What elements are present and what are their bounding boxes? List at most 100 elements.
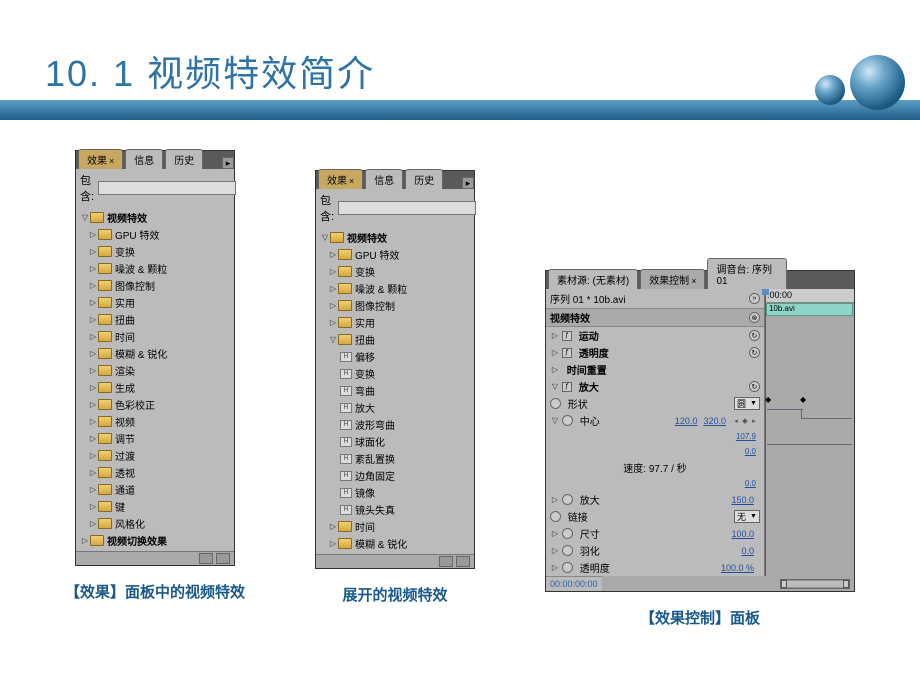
- expand-icon[interactable]: [550, 546, 560, 555]
- stopwatch-icon[interactable]: [562, 415, 573, 426]
- expand-icon[interactable]: [88, 519, 98, 528]
- expand-icon[interactable]: [88, 230, 98, 239]
- tree-folder[interactable]: 透视: [76, 464, 234, 481]
- tree-effect[interactable]: H球面化: [316, 433, 474, 450]
- tree-folder[interactable]: 风格化: [76, 515, 234, 532]
- close-icon[interactable]: ×: [109, 156, 114, 166]
- tree-effect[interactable]: H偏移: [316, 348, 474, 365]
- prev-keyframe-button[interactable]: ◂: [732, 417, 740, 425]
- search-input[interactable]: [338, 201, 476, 215]
- expand-icon[interactable]: [550, 331, 560, 340]
- stopwatch-icon[interactable]: [562, 545, 573, 556]
- tree-folder[interactable]: 键: [76, 498, 234, 515]
- close-icon[interactable]: ×: [349, 176, 354, 186]
- expand-icon[interactable]: [328, 284, 338, 293]
- shape-dropdown[interactable]: 圆▼: [734, 397, 760, 410]
- tree-folder[interactable]: 图像控制: [76, 277, 234, 294]
- tree-effect[interactable]: H变换: [316, 365, 474, 382]
- tree-folder[interactable]: 模糊 & 锐化: [316, 535, 474, 552]
- tree-root[interactable]: 视频特效: [76, 209, 234, 226]
- tree-folder[interactable]: 调节: [76, 430, 234, 447]
- tree-folder[interactable]: 时间: [76, 328, 234, 345]
- tree-effect[interactable]: H镜像: [316, 484, 474, 501]
- expand-icon[interactable]: [550, 348, 560, 357]
- tree-folder[interactable]: 变换: [76, 243, 234, 260]
- magnify-section[interactable]: ƒ 放大 ↻: [546, 378, 764, 395]
- tab-effects[interactable]: 效果×: [318, 169, 363, 189]
- tree-folder[interactable]: 色彩校正: [76, 396, 234, 413]
- size-value[interactable]: 100.0: [731, 529, 760, 539]
- time-remap-section[interactable]: 时间重置: [546, 361, 764, 378]
- tree-folder[interactable]: 变换: [316, 263, 474, 280]
- expand-icon[interactable]: [80, 213, 90, 222]
- close-icon[interactable]: ×: [691, 276, 696, 286]
- next-keyframe-button[interactable]: ▸: [750, 417, 758, 425]
- tree-folder[interactable]: 生成: [76, 379, 234, 396]
- center-y-value[interactable]: 320.0: [703, 416, 732, 426]
- tree-folder[interactable]: 渲染: [76, 362, 234, 379]
- stopwatch-icon[interactable]: [562, 528, 573, 539]
- expand-icon[interactable]: [88, 502, 98, 511]
- expand-icon[interactable]: [328, 301, 338, 310]
- tree-folder[interactable]: 噪波 & 颗粒: [76, 260, 234, 277]
- feather-value[interactable]: 0.0: [741, 546, 760, 556]
- new-bin-button[interactable]: [439, 556, 453, 567]
- tab-effect-controls[interactable]: 效果控制×: [640, 269, 705, 289]
- tab-history[interactable]: 历史: [165, 149, 203, 169]
- tree-effect[interactable]: H镜头失真: [316, 501, 474, 518]
- toggle-icon[interactable]: ⊗: [749, 312, 760, 323]
- tree-folder[interactable]: 模糊 & 锐化: [76, 345, 234, 362]
- center-x-value[interactable]: 120.0: [675, 416, 704, 426]
- tree-folder[interactable]: 过渡: [76, 447, 234, 464]
- expand-icon[interactable]: [550, 495, 560, 504]
- expand-icon[interactable]: [88, 315, 98, 324]
- expand-icon[interactable]: [88, 281, 98, 290]
- tab-history[interactable]: 历史: [405, 169, 443, 189]
- tree-root[interactable]: 视频特效: [316, 229, 474, 246]
- expand-icon[interactable]: [88, 247, 98, 256]
- expand-icon[interactable]: [550, 382, 560, 391]
- stopwatch-icon[interactable]: [550, 398, 561, 409]
- expand-icon[interactable]: [88, 332, 98, 341]
- stopwatch-icon[interactable]: [550, 511, 561, 522]
- expand-icon[interactable]: [88, 434, 98, 443]
- speed-graph[interactable]: [765, 436, 854, 451]
- tree-folder-distort[interactable]: 扭曲: [316, 331, 474, 348]
- expand-icon[interactable]: [88, 264, 98, 273]
- expand-icon[interactable]: [88, 349, 98, 358]
- tree-folder[interactable]: 图像控制: [316, 297, 474, 314]
- link-dropdown[interactable]: 无▼: [734, 510, 760, 523]
- expand-icon[interactable]: [328, 539, 338, 548]
- tab-source[interactable]: 素材源: (无素材): [548, 269, 638, 289]
- expand-icon[interactable]: [328, 522, 338, 531]
- expand-icon[interactable]: [88, 451, 98, 460]
- tree-folder[interactable]: 实用: [316, 314, 474, 331]
- expand-icon[interactable]: [88, 417, 98, 426]
- reset-button[interactable]: ↻: [749, 330, 760, 341]
- tree-effect[interactable]: H放大: [316, 399, 474, 416]
- tree-folder[interactable]: GPU 特效: [316, 246, 474, 263]
- zoom-scrollbar[interactable]: [780, 579, 850, 589]
- fx-toggle[interactable]: ƒ: [562, 382, 572, 392]
- tree-effect[interactable]: H边角固定: [316, 467, 474, 484]
- delete-button[interactable]: [456, 556, 470, 567]
- magnify-value[interactable]: 150.0: [731, 495, 760, 505]
- value-graph[interactable]: [765, 406, 854, 421]
- opacity-section[interactable]: ƒ 透明度 ↻: [546, 344, 764, 361]
- expand-icon[interactable]: [80, 536, 90, 545]
- tree-folder[interactable]: GPU 特效: [76, 226, 234, 243]
- fx-toggle[interactable]: ƒ: [562, 348, 572, 358]
- expand-icon[interactable]: [88, 400, 98, 409]
- tree-folder[interactable]: 时间: [316, 518, 474, 535]
- panel-menu-icon[interactable]: ▸: [222, 157, 234, 169]
- keyframe-track[interactable]: ◆◆: [765, 391, 854, 406]
- expand-icon[interactable]: [320, 233, 330, 242]
- expand-icon[interactable]: [88, 468, 98, 477]
- search-input[interactable]: [98, 181, 236, 195]
- reset-button[interactable]: ↻: [749, 381, 760, 392]
- tab-audio-mixer[interactable]: 调音台: 序列 01: [707, 258, 787, 289]
- tab-effects[interactable]: 效果×: [78, 149, 123, 169]
- show-hide-timeline-button[interactable]: »: [749, 293, 760, 304]
- current-timecode[interactable]: 00:00:00:00: [546, 576, 602, 591]
- tab-info[interactable]: 信息: [365, 169, 403, 189]
